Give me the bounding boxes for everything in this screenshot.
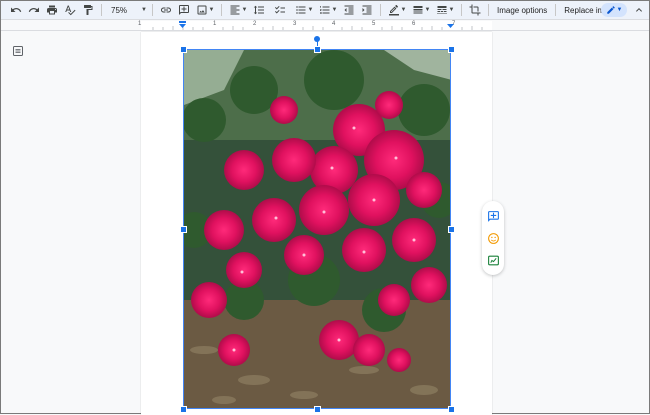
border-weight-button[interactable]: ▼: [410, 2, 432, 19]
resize-handle-bottom-right[interactable]: [448, 406, 455, 413]
resize-handle-bottom-left[interactable]: [180, 406, 187, 413]
resize-handle-top-right[interactable]: [448, 46, 455, 53]
redo-icon: [28, 7, 39, 12]
border-color-button[interactable]: ▼: [386, 2, 408, 19]
crop-button[interactable]: [467, 2, 483, 19]
toolbar-divider: [221, 4, 222, 16]
align-icon: [230, 5, 240, 15]
increase-indent-icon: [362, 5, 372, 15]
chevron-down-icon: ▼: [241, 7, 248, 13]
chevron-down-icon: ▼: [448, 7, 455, 13]
add-comment-button[interactable]: [176, 2, 192, 19]
zoom-value: 75%: [111, 5, 128, 15]
toolbar-divider: [488, 4, 489, 16]
right-indent-marker: [447, 24, 454, 28]
insert-link-button[interactable]: [158, 2, 174, 19]
resize-handle-left[interactable]: [180, 226, 187, 233]
toolbar-divider: [152, 4, 153, 16]
border-weight-icon: [413, 6, 423, 14]
toolbar-divider: [101, 4, 102, 16]
floating-actions: [482, 201, 504, 275]
rotation-handle[interactable]: [314, 36, 320, 42]
border-color-icon: [388, 5, 399, 16]
chevron-down-icon: ▼: [616, 7, 623, 13]
crop-icon: [469, 4, 481, 16]
edit-pencil-icon: [606, 6, 615, 14]
chevron-down-icon: ▼: [141, 7, 147, 13]
border-dash-icon: [437, 6, 447, 14]
toolbar-divider: [555, 4, 557, 16]
print-icon: [47, 5, 57, 15]
chevron-down-icon: ▼: [208, 7, 215, 13]
document-outline-icon[interactable]: [12, 45, 24, 57]
editing-mode-button[interactable]: ▼: [601, 3, 627, 17]
spellcheck-button[interactable]: [62, 2, 78, 19]
collapse-icon[interactable]: [633, 4, 645, 16]
decrease-indent-button[interactable]: [341, 2, 357, 19]
undo-button[interactable]: [8, 2, 24, 19]
undo-icon: [11, 7, 22, 12]
toolbar-divider: [380, 4, 381, 16]
print-button[interactable]: [44, 2, 60, 19]
spellcheck-icon: [65, 5, 76, 16]
checklist-button[interactable]: [269, 2, 291, 19]
zoom-select[interactable]: 75% ▼: [107, 2, 147, 19]
link-icon: [161, 7, 171, 13]
toolbar-divider: [461, 4, 462, 16]
bulleted-list-button[interactable]: ▼: [293, 2, 315, 19]
line-spacing-icon: [253, 5, 264, 15]
ruler-ticks: [152, 21, 483, 30]
toolbar: 75% ▼ ▼ ▼ ▼ ▼ ▼ ▼ ▼ Image options Replac…: [1, 1, 649, 20]
checklist-icon: [275, 5, 285, 14]
image-options-button[interactable]: Image options: [493, 2, 551, 19]
resize-handle-top-left[interactable]: [180, 46, 187, 53]
left-indent-marker: [179, 21, 186, 28]
decrease-indent-icon: [344, 5, 354, 15]
add-comment-icon[interactable]: [487, 210, 500, 223]
ruler[interactable]: 1 1 2 3 4 5 6 7: [1, 20, 649, 31]
chevron-down-icon: ▼: [331, 7, 338, 13]
bulleted-list-icon: [295, 6, 306, 14]
selected-image[interactable]: [183, 49, 451, 409]
chevron-down-icon: ▼: [307, 7, 314, 13]
insert-image-button[interactable]: ▼: [194, 2, 216, 19]
resize-handle-bottom[interactable]: [314, 406, 321, 413]
redo-button[interactable]: [26, 2, 42, 19]
image-icon: [197, 5, 207, 15]
paint-format-button[interactable]: [80, 2, 96, 19]
numbered-list-icon: [319, 6, 330, 14]
chevron-down-icon: ▼: [424, 7, 431, 13]
border-dash-button[interactable]: ▼: [434, 2, 456, 19]
paint-format-icon: [84, 5, 93, 15]
numbered-list-button[interactable]: ▼: [317, 2, 339, 19]
bougainvillea-photo: [184, 50, 450, 408]
align-button[interactable]: ▼: [227, 2, 249, 19]
increase-indent-button[interactable]: [359, 2, 375, 19]
line-spacing-button[interactable]: [251, 2, 267, 19]
emoji-reaction-icon[interactable]: [487, 232, 500, 245]
resize-handle-right[interactable]: [448, 226, 455, 233]
resize-handle-top[interactable]: [314, 46, 321, 53]
comment-icon: [179, 5, 189, 15]
chevron-down-icon: ▼: [400, 7, 407, 13]
suggest-edit-icon[interactable]: [487, 254, 500, 267]
